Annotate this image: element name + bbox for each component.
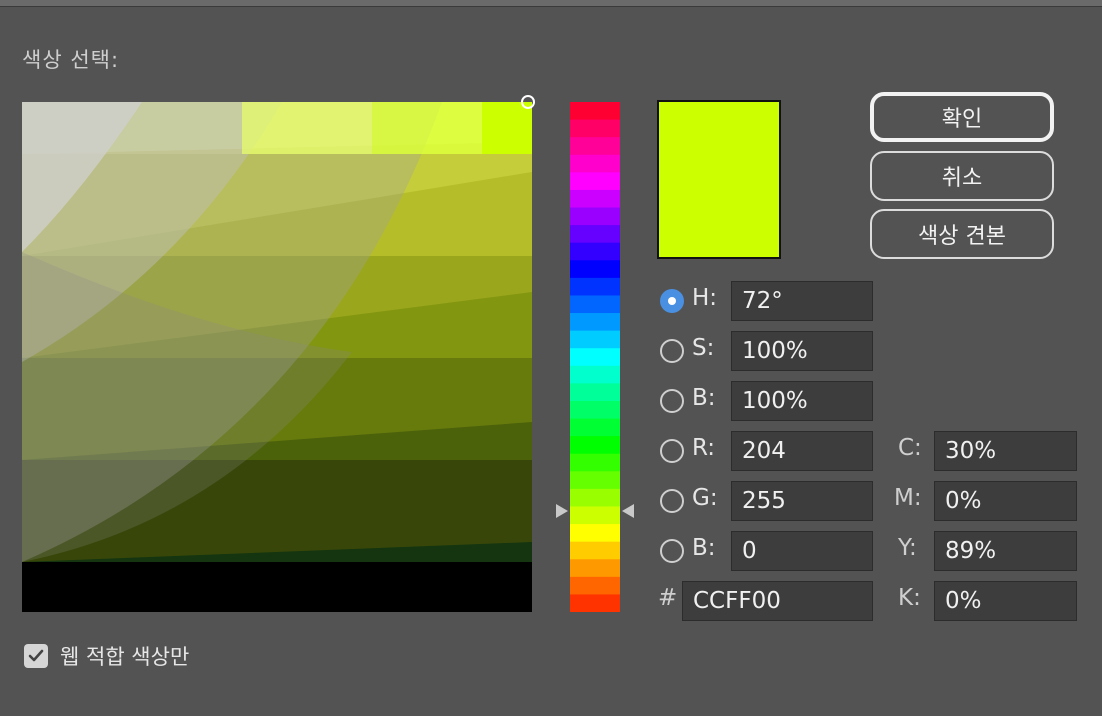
- red-radio[interactable]: [660, 439, 684, 463]
- brightness-input[interactable]: 100%: [731, 381, 873, 421]
- hex-input[interactable]: CCFF00: [682, 581, 873, 621]
- hue-segment: [570, 172, 620, 191]
- green-radio[interactable]: [660, 489, 684, 513]
- blue-label: B:: [692, 535, 716, 561]
- brightness-label: B:: [692, 385, 716, 411]
- blue-input[interactable]: 0: [731, 531, 873, 571]
- cyan-input[interactable]: 30%: [934, 431, 1077, 471]
- hue-segment: [570, 453, 620, 472]
- hue-segment: [570, 436, 620, 455]
- hue-segment: [570, 418, 620, 437]
- hue-segment: [570, 576, 620, 595]
- checkmark-icon: [28, 649, 44, 662]
- hue-segment: [570, 330, 620, 349]
- hue-segment: [570, 189, 620, 209]
- hue-segment: [570, 102, 620, 121]
- color-preview-swatch: [657, 100, 781, 259]
- black-input[interactable]: 0%: [934, 581, 1077, 621]
- red-label: R:: [692, 435, 716, 461]
- cyan-label: C:: [898, 435, 922, 461]
- magenta-input[interactable]: 0%: [934, 481, 1077, 521]
- hue-segment: [570, 471, 620, 490]
- color-swatches-button[interactable]: 색상 견본: [870, 209, 1054, 259]
- dialog-title: 색상 선택:: [22, 48, 120, 72]
- hue-radio[interactable]: [660, 289, 684, 313]
- hue-segment: [570, 541, 620, 560]
- web-colors-only-label: 웹 적합 색상만: [60, 645, 190, 669]
- saturation-input[interactable]: 100%: [731, 331, 873, 371]
- green-label: G:: [692, 485, 718, 511]
- hue-segment: [570, 313, 620, 332]
- saturation-radio[interactable]: [660, 339, 684, 363]
- hue-segment: [570, 154, 620, 173]
- hue-segment: [570, 365, 620, 384]
- hue-segment: [570, 260, 620, 279]
- hue-slider[interactable]: [570, 102, 620, 612]
- ok-button[interactable]: 확인: [870, 92, 1054, 142]
- color-field-graphic: [22, 102, 532, 612]
- hue-segment: [570, 119, 620, 138]
- black-label: K:: [898, 585, 921, 611]
- hue-segment: [570, 383, 620, 402]
- saturation-label: S:: [692, 335, 715, 361]
- magenta-label: M:: [894, 485, 922, 511]
- hue-segment: [570, 506, 620, 525]
- hex-label: #: [658, 585, 678, 611]
- hue-label: H:: [692, 285, 718, 311]
- hue-segment: [570, 594, 620, 612]
- hue-segment: [570, 137, 620, 156]
- red-input[interactable]: 204: [731, 431, 873, 471]
- hue-segment: [570, 277, 620, 296]
- hue-slider-left-handle[interactable]: [556, 504, 568, 518]
- hue-segment: [570, 488, 620, 507]
- yellow-label: Y:: [898, 535, 917, 561]
- hue-segment: [570, 348, 620, 367]
- cancel-button[interactable]: 취소: [870, 151, 1054, 201]
- hue-segment: [570, 225, 620, 244]
- hue-input[interactable]: 72°: [731, 281, 873, 321]
- brightness-radio[interactable]: [660, 389, 684, 413]
- yellow-input[interactable]: 89%: [934, 531, 1077, 571]
- green-input[interactable]: 255: [731, 481, 873, 521]
- color-field-selector[interactable]: [521, 95, 535, 109]
- hue-segment: [570, 400, 620, 420]
- web-colors-only-checkbox[interactable]: [24, 644, 48, 668]
- hue-segment: [570, 559, 620, 578]
- hue-segment: [570, 207, 620, 226]
- hue-segment: [570, 242, 620, 261]
- hue-slider-right-handle[interactable]: [622, 504, 634, 518]
- window-top-edge: [0, 0, 1102, 7]
- hue-segment: [570, 295, 620, 314]
- blue-radio[interactable]: [660, 539, 684, 563]
- hue-segment: [570, 524, 620, 543]
- color-field[interactable]: [22, 102, 532, 612]
